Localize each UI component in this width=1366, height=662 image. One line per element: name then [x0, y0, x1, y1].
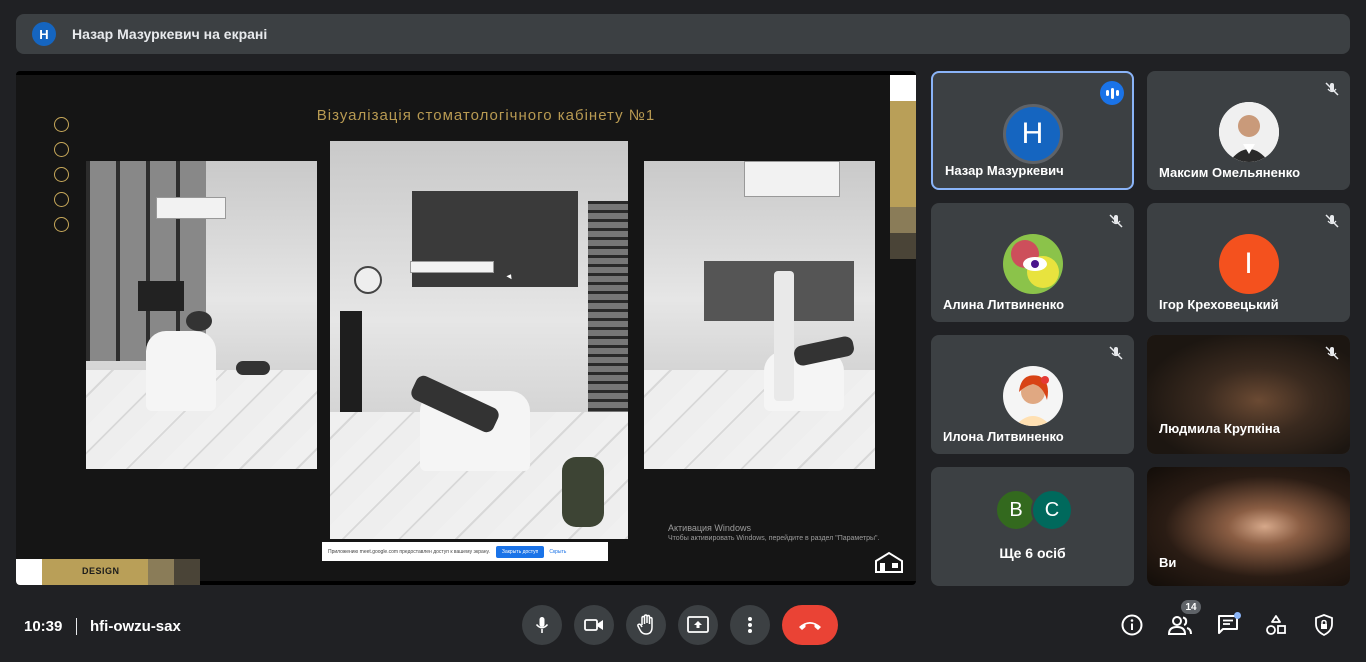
hand-icon: [637, 614, 653, 635]
shared-slide: Візуалізація стоматологічного кабінету №…: [16, 75, 916, 585]
microphone-icon: [535, 617, 549, 633]
presenting-banner: Н Назар Мазуркевич на екрані: [16, 14, 1350, 54]
present-screen-button[interactable]: [678, 605, 718, 645]
control-bar: 10:39 hfi-owzu-sax 14: [0, 590, 1366, 662]
presenting-text: Назар Мазуркевич на екрані: [72, 26, 268, 42]
mic-off-icon: [1325, 214, 1339, 228]
logo-text: DESIGN: [82, 566, 120, 576]
mic-off-icon: [1325, 82, 1339, 96]
mic-off-icon: [1109, 214, 1123, 228]
people-button[interactable]: [1167, 612, 1193, 638]
slide-decor-circles: [54, 117, 69, 242]
camera-button[interactable]: [574, 605, 614, 645]
video-camera-icon: [584, 619, 603, 631]
participant-name: Максим Омельяненко: [1159, 165, 1301, 180]
speaking-indicator-icon: [1100, 81, 1124, 105]
participant-tile[interactable]: Людмила Крупкіна: [1147, 335, 1350, 454]
participant-name: Ігор Креховецький: [1159, 297, 1279, 312]
hide-notice-link[interactable]: Скрыть: [549, 549, 566, 555]
self-camera-feed: [1147, 467, 1350, 586]
screen-share-notice-text: Приложению meet.google.com предоставлен …: [328, 548, 490, 555]
participant-name: Алина Литвиненко: [943, 297, 1065, 312]
hang-up-icon: [799, 622, 821, 630]
avatar-s: С: [1031, 489, 1073, 531]
avatar: [1002, 234, 1063, 294]
info-icon: [1121, 614, 1143, 636]
divider: [76, 618, 77, 635]
activities-button[interactable]: [1263, 612, 1289, 638]
more-participants-label: Ще 6 осіб: [999, 545, 1066, 561]
present-screen-icon: [687, 616, 709, 633]
house-logo-icon: [875, 551, 903, 573]
activities-shapes-icon: [1266, 615, 1286, 635]
people-count-badge: 14: [1181, 600, 1201, 614]
microphone-button[interactable]: [522, 605, 562, 645]
avatar: [1002, 366, 1063, 426]
participant-tile[interactable]: Алина Литвиненко: [931, 203, 1134, 322]
avatar: [1218, 102, 1279, 162]
participant-tile[interactable]: Н Назар Мазуркевич: [931, 71, 1134, 190]
presentation-stage[interactable]: Візуалізація стоматологічного кабінету №…: [16, 71, 916, 585]
participant-tile[interactable]: Максим Омельяненко: [1147, 71, 1350, 190]
participant-name: Назар Мазуркевич: [945, 163, 1064, 178]
more-vert-icon: [748, 617, 752, 633]
more-options-button[interactable]: [730, 605, 770, 645]
render-image-center: [330, 141, 628, 539]
avatar: І: [1218, 234, 1279, 294]
self-name: Ви: [1159, 555, 1177, 570]
participant-camera-feed: [1147, 335, 1350, 454]
chat-notification-dot: [1234, 612, 1241, 619]
slide-title: Візуалізація стоматологічного кабінету №…: [316, 107, 656, 124]
mic-off-icon: [1325, 346, 1339, 360]
presenter-avatar: Н: [32, 22, 56, 46]
meeting-code: hfi-owzu-sax: [90, 618, 181, 635]
clock: 10:39: [24, 618, 63, 635]
raise-hand-button[interactable]: [626, 605, 666, 645]
self-view-tile[interactable]: Ви: [1147, 467, 1350, 586]
people-icon: [1168, 616, 1192, 635]
stop-sharing-button[interactable]: Закрыть доступ: [495, 545, 545, 558]
windows-activation-watermark: Активация Windows Чтобы активировать Win…: [668, 523, 880, 542]
participant-tile[interactable]: Илона Литвиненко: [931, 335, 1134, 454]
avatar: Н: [1002, 104, 1063, 164]
screen-share-notice: Приложению meet.google.com предоставлен …: [322, 542, 608, 561]
render-image-left: [86, 161, 317, 469]
participant-tile[interactable]: І Ігор Креховецький: [1147, 203, 1350, 322]
participant-name: Илона Литвиненко: [943, 429, 1064, 444]
shield-lock-icon: [1315, 614, 1333, 636]
participant-name: Людмила Крупкіна: [1159, 421, 1280, 436]
meeting-details-button[interactable]: [1119, 612, 1145, 638]
mic-off-icon: [1109, 346, 1123, 360]
render-image-right: [644, 161, 875, 469]
host-controls-button[interactable]: [1311, 612, 1337, 638]
leave-call-button[interactable]: [782, 605, 838, 645]
more-participants-tile[interactable]: В С Ще 6 осіб: [931, 467, 1134, 586]
